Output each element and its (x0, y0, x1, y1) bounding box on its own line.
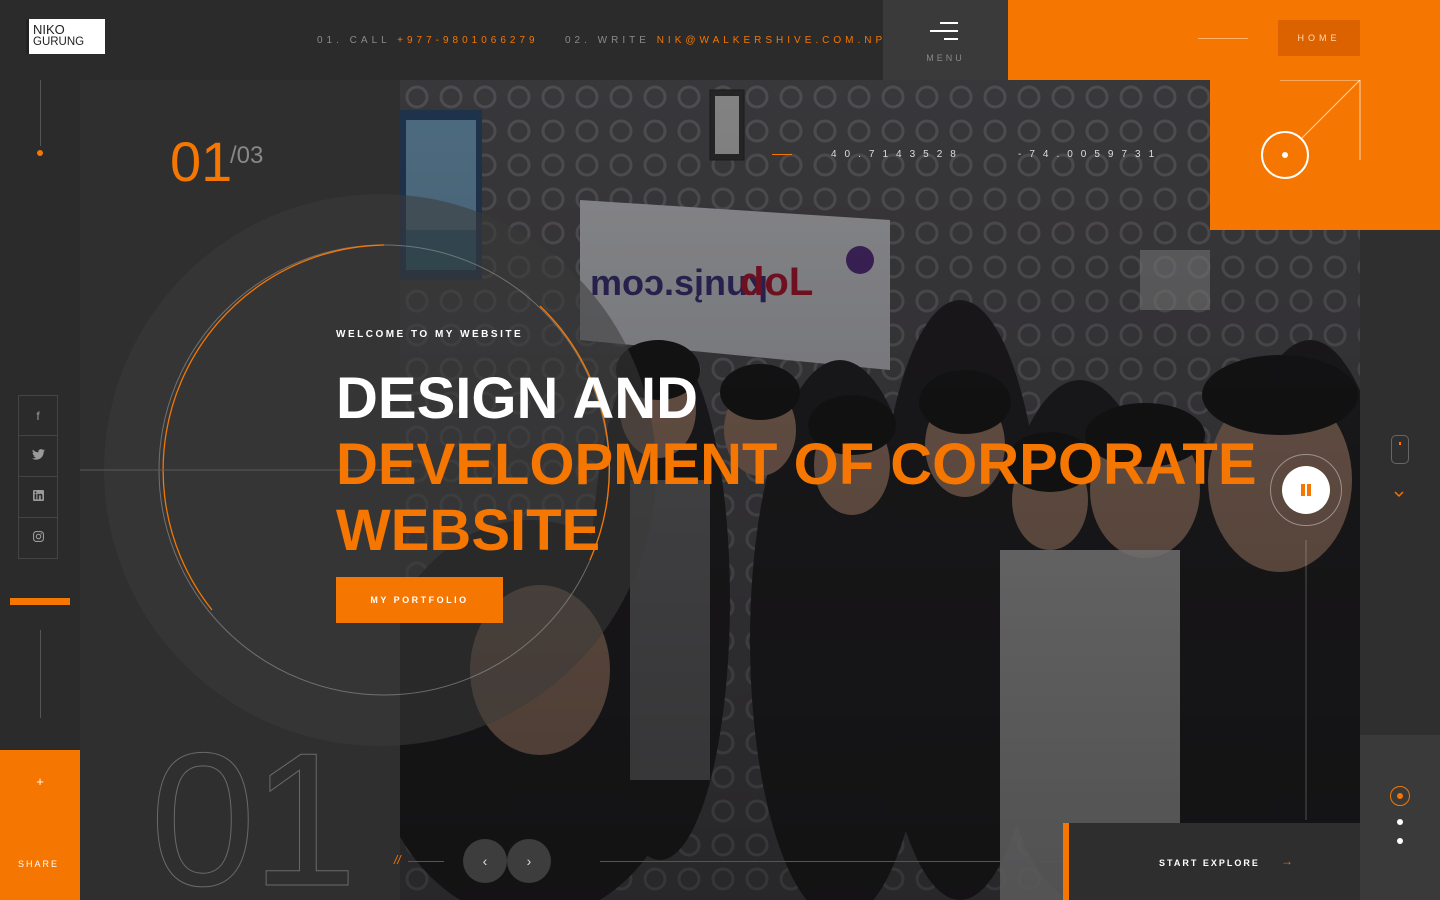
coord-longitude: -74.0059731 (1018, 149, 1163, 160)
slide-counter-current: 01 (170, 130, 233, 193)
target-circle-icon (1261, 131, 1309, 179)
next-slide-button[interactable]: › (507, 839, 551, 883)
my-portfolio-button[interactable]: MY PORTFOLIO (336, 577, 503, 623)
chevron-down-icon[interactable] (1394, 490, 1404, 501)
coords-dash (772, 154, 792, 155)
pagination-dot-1[interactable] (1390, 786, 1410, 806)
slide-counter-total: /03 (230, 142, 264, 169)
coord-latitude: 40.7143528 (831, 149, 964, 160)
pagination-dot-3[interactable] (1397, 838, 1403, 844)
big-slide-number: 01 (149, 714, 357, 900)
start-explore-button[interactable]: START EXPLORE → (1063, 823, 1360, 900)
corner-arrow-lines (1280, 80, 1361, 160)
hero-title-line1: DESIGN AND (336, 366, 698, 431)
nav-line-right (600, 861, 1063, 862)
nav-line-left (408, 861, 444, 862)
start-explore-label: START EXPLORE (1159, 858, 1260, 868)
right-rail (1360, 230, 1440, 735)
pagination-dot-2[interactable] (1397, 819, 1403, 825)
pause-button[interactable] (1270, 454, 1342, 526)
slide-pagination (1390, 786, 1410, 844)
prev-slide-button[interactable]: ‹ (463, 839, 507, 883)
pause-icon (1282, 466, 1330, 514)
nav-slash: // (394, 853, 401, 867)
arrow-right-icon: → (1281, 854, 1293, 868)
welcome-text: WELCOME TO MY WEBSITE (336, 329, 524, 340)
hero-title: DESIGN AND DEVELOPMENT OF CORPORATE WEBS… (336, 366, 1326, 564)
mouse-scroll-icon (1391, 435, 1409, 464)
hero-title-line3: WEBSITE (336, 498, 601, 563)
hero-title-line2: DEVELOPMENT OF CORPORATE (336, 432, 1257, 497)
